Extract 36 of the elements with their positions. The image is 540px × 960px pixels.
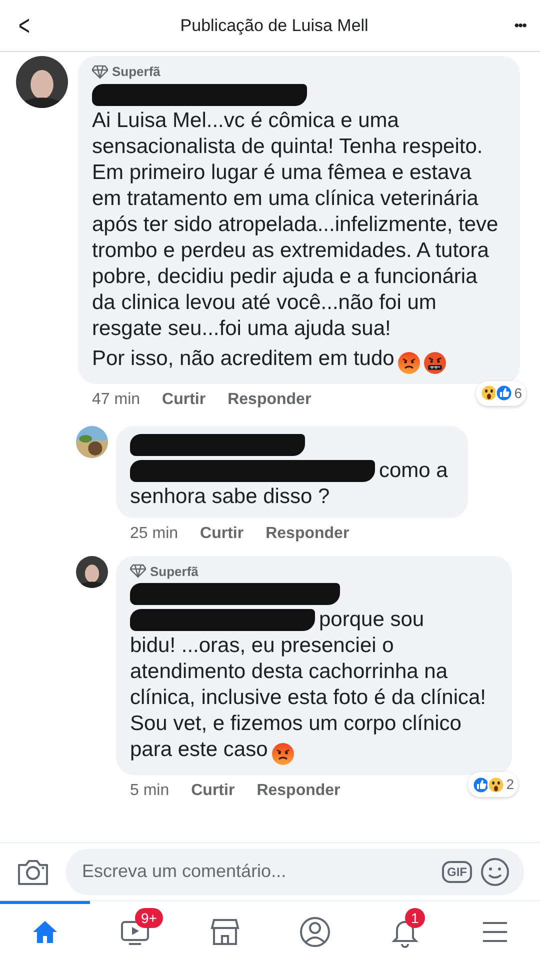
thumbs-up-icon	[495, 384, 514, 402]
thumbs-up-icon	[472, 776, 490, 794]
notification-badge: 9+	[135, 908, 163, 928]
comment-field[interactable]: Escreva um comentário... GIF	[66, 848, 524, 894]
comment-text: porque sou	[319, 607, 424, 633]
notification-badge: 1	[405, 908, 425, 928]
page-title: Publicação de Luisa Mell	[180, 14, 368, 37]
diamond-icon	[130, 564, 146, 578]
comment-text: Ai Luisa Mel...vc é cômica e uma sensacionalista de quinta! Tenha respeito. Em primeiro lugar é uma fêmea e estava em tratamento em uma clínica veterinária após ter sido atropelada...infelizmente, teve trombo e perdeu as extremidades. A tutora pobre, decidiu pedir ajuda e a funcionária da clinica levou até você...não foi um resgate seu...foi uma ajuda sua!	[92, 108, 498, 340]
comment-text: Por isso, não acreditem em tudo	[92, 346, 394, 370]
like-link[interactable]: Curtir	[162, 388, 206, 412]
reply-link[interactable]: Responder	[256, 779, 340, 803]
comment-time: 47 min	[92, 390, 140, 410]
comment-text: como a	[379, 458, 448, 484]
profile-icon	[299, 916, 331, 948]
like-link[interactable]: Curtir	[200, 522, 244, 546]
surprised-face-icon	[487, 776, 506, 794]
back-button[interactable]: <	[12, 12, 36, 40]
more-button[interactable]: •••	[508, 14, 532, 37]
nav-tab[interactable]: 1	[360, 901, 450, 959]
comment-time: 25 min	[130, 524, 178, 544]
reaction-count: 6	[514, 384, 522, 402]
nav-tab[interactable]: 9+	[90, 901, 180, 959]
reaction-count: 2	[506, 775, 514, 794]
badge-label: Superfã	[112, 63, 160, 81]
reply-link[interactable]: Responder	[266, 522, 350, 546]
reply-link[interactable]: Responder	[228, 388, 312, 412]
gif-button[interactable]: GIF	[442, 860, 472, 882]
comment-text: bidu! ...oras, eu presenciei o atendimento desta cachorrinha na clínica, inclusive esta foto é da clínica! Sou vet, e fizemos um corpo clínico para este caso	[130, 634, 486, 761]
comment-time: 5 min	[130, 781, 170, 801]
diamond-icon	[92, 64, 108, 79]
like-link[interactable]: Curtir	[191, 779, 235, 803]
comment-text: senhora sabe disso ?	[130, 484, 330, 508]
smiley-icon[interactable]	[480, 856, 510, 886]
badge-label: Superfã	[150, 562, 198, 581]
surprised-face-icon	[480, 384, 498, 402]
